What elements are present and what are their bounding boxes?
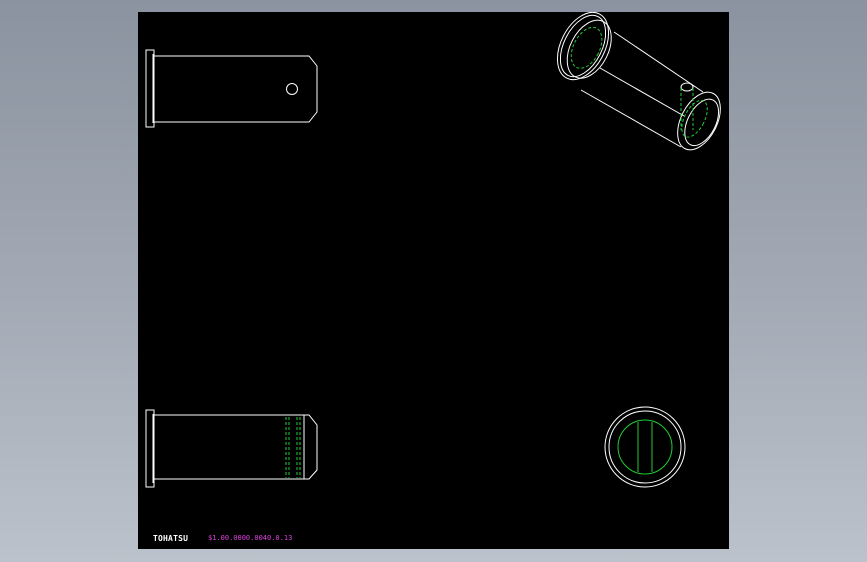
pin-shank-outline <box>154 55 318 123</box>
hidden-tail-ellipse <box>681 99 708 138</box>
top-view[interactable] <box>145 409 318 488</box>
brand-label: TOHATSU <box>153 534 189 543</box>
shank-circle <box>617 419 673 475</box>
cad-viewport[interactable]: TOHATSU $1.00.0000.0040.0.13 <box>138 12 729 549</box>
head-circle <box>604 406 686 488</box>
isometric-view[interactable] <box>547 12 729 157</box>
pin-shank-outline <box>154 414 318 480</box>
tail-ellipse-outer <box>677 91 721 151</box>
cad-drawing <box>145 12 729 488</box>
cylinder-mid-edge <box>599 67 685 117</box>
end-view[interactable] <box>604 406 686 488</box>
cross-hole <box>286 83 298 95</box>
chamfer-circle <box>608 410 682 484</box>
cross-hole-ellipse <box>680 82 694 92</box>
cylinder-bottom-edge <box>580 89 682 148</box>
front-view[interactable] <box>145 49 318 128</box>
head-ellipse-outer <box>556 12 610 81</box>
part-number-label: $1.00.0000.0040.0.13 <box>208 534 293 542</box>
